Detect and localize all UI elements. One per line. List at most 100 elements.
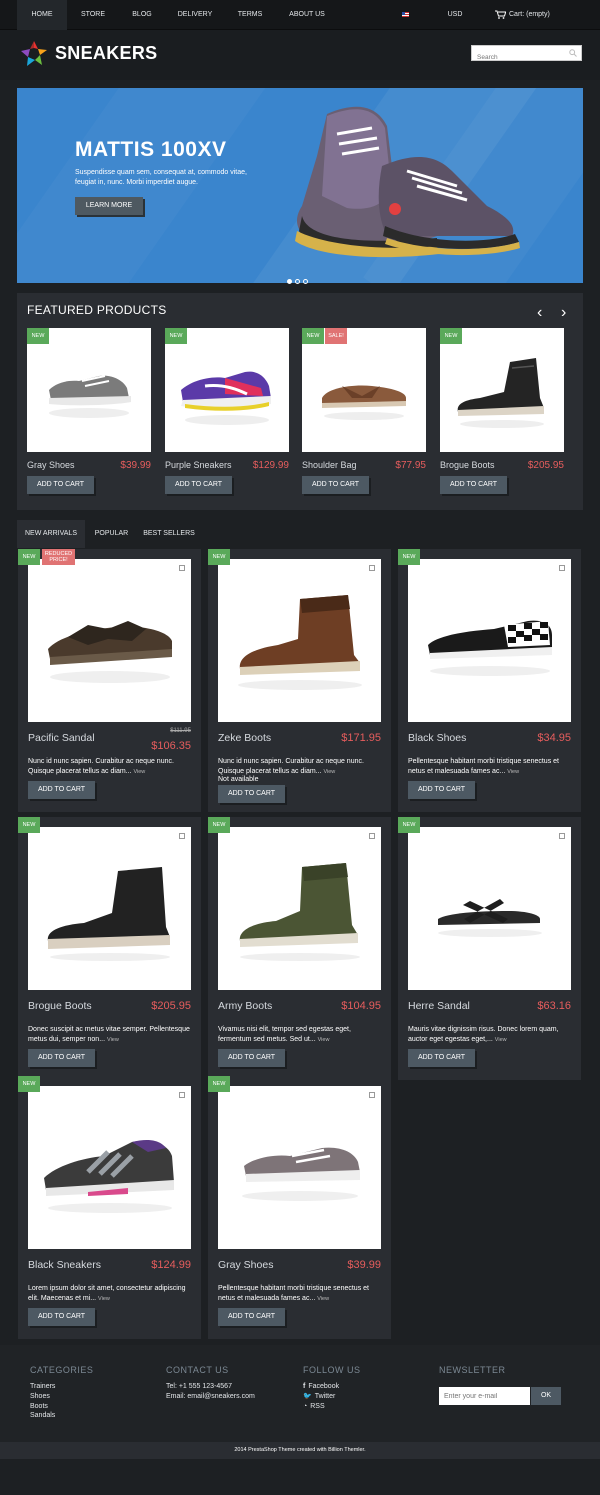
footer-follow: FOLLOW US f Facebook 🐦 Twitter ◔ RSS xyxy=(303,1365,361,1411)
new-badge: NEW xyxy=(440,328,462,344)
product-image[interactable] xyxy=(28,559,191,722)
logo-star-icon[interactable] xyxy=(20,40,48,68)
add-to-cart-button[interactable]: ADD TO CART xyxy=(218,1049,285,1067)
add-to-cart-button[interactable]: ADD TO CART xyxy=(27,476,94,494)
product-image[interactable] xyxy=(165,328,289,452)
compare-checkbox[interactable] xyxy=(179,1092,185,1098)
footer-newsletter: NEWSLETTER xyxy=(439,1365,506,1382)
nav-home[interactable]: HOME xyxy=(17,0,67,30)
product-name[interactable]: Brogue Boots xyxy=(28,1000,92,1012)
product-price: $34.95 xyxy=(537,732,571,744)
tab-new-arrivals[interactable]: NEW ARRIVALS xyxy=(17,520,85,548)
currency-selector[interactable]: USD xyxy=(440,0,470,30)
product-name[interactable]: Purple Sneakers xyxy=(165,460,232,470)
product-name[interactable]: Army Boots xyxy=(218,1000,272,1012)
product-image[interactable] xyxy=(302,328,426,452)
logo-text[interactable]: SNEAKERS xyxy=(55,43,157,64)
product-image[interactable] xyxy=(28,1086,191,1249)
product-card: NEW Black Shoes $34.95 Pellentesque habi… xyxy=(398,549,581,812)
new-badge: NEW xyxy=(208,1076,230,1092)
product-name[interactable]: Herre Sandal xyxy=(408,1000,470,1012)
nav-terms[interactable]: TERMS xyxy=(230,0,270,30)
view-link[interactable]: View xyxy=(317,1296,329,1302)
featured-next-arrow[interactable]: › xyxy=(561,305,566,321)
page-bottom xyxy=(0,1459,600,1495)
compare-checkbox[interactable] xyxy=(369,565,375,571)
newsletter-email-input[interactable] xyxy=(439,1387,530,1405)
add-to-cart-button[interactable]: ADD TO CART xyxy=(28,781,95,799)
category-link[interactable]: Shoes xyxy=(30,1392,93,1402)
featured-prev-arrow[interactable]: ‹ xyxy=(537,305,542,321)
view-link[interactable]: View xyxy=(507,769,519,775)
slide-dot-1[interactable] xyxy=(287,279,292,284)
view-link[interactable]: View xyxy=(318,1037,330,1043)
add-to-cart-button[interactable]: ADD TO CART xyxy=(218,1308,285,1326)
product-image[interactable] xyxy=(408,559,571,722)
new-badge: NEW xyxy=(208,817,230,833)
slide-dot-3[interactable] xyxy=(303,279,308,284)
view-link[interactable]: View xyxy=(133,769,145,775)
add-to-cart-button[interactable]: ADD TO CART xyxy=(218,785,285,803)
tab-best-sellers[interactable]: BEST SELLERS xyxy=(139,520,199,548)
product-image[interactable] xyxy=(27,328,151,452)
product-name[interactable]: Zeke Boots xyxy=(218,732,271,744)
product-name[interactable]: Black Shoes xyxy=(408,732,466,744)
compare-checkbox[interactable] xyxy=(559,833,565,839)
product-image[interactable] xyxy=(218,1086,381,1249)
search-icon[interactable] xyxy=(569,49,577,57)
tab-popular[interactable]: POPULAR xyxy=(88,520,135,548)
add-to-cart-button[interactable]: ADD TO CART xyxy=(165,476,232,494)
learn-more-button[interactable]: LEARN MORE xyxy=(75,197,143,215)
new-badge: NEW xyxy=(165,328,187,344)
view-link[interactable]: View xyxy=(323,769,335,775)
add-to-cart-button[interactable]: ADD TO CART xyxy=(302,476,369,494)
product-name[interactable]: Brogue Boots xyxy=(440,460,495,470)
hero-banner[interactable]: MATTIS 100XV Suspendisse quam sem, conse… xyxy=(17,88,583,283)
category-link[interactable]: Trainers xyxy=(30,1382,93,1392)
compare-checkbox[interactable] xyxy=(179,833,185,839)
nav-about-us[interactable]: ABOUT US xyxy=(283,0,331,30)
add-to-cart-button[interactable]: ADD TO CART xyxy=(28,1308,95,1326)
product-image[interactable] xyxy=(440,328,564,452)
view-link[interactable]: View xyxy=(107,1037,119,1043)
product-name[interactable]: Pacific Sandal xyxy=(28,732,95,744)
cart-link[interactable]: Cart: (empty) xyxy=(506,0,556,30)
view-link[interactable]: View xyxy=(495,1037,507,1043)
slider-dots xyxy=(287,271,311,289)
compare-checkbox[interactable] xyxy=(369,833,375,839)
product-image[interactable] xyxy=(28,827,191,990)
nav-blog[interactable]: BLOG xyxy=(122,0,162,30)
category-link[interactable]: Sandals xyxy=(30,1411,93,1421)
rss-link[interactable]: ◔ RSS xyxy=(303,1402,361,1412)
cart-icon[interactable] xyxy=(495,10,506,19)
nav-delivery[interactable]: DELIVERY xyxy=(172,0,218,30)
add-to-cart-button[interactable]: ADD TO CART xyxy=(408,1049,475,1067)
slide-dot-2[interactable] xyxy=(295,279,300,284)
view-link[interactable]: View xyxy=(98,1296,110,1302)
product-image[interactable] xyxy=(218,827,381,990)
add-to-cart-button[interactable]: ADD TO CART xyxy=(440,476,507,494)
contact-email[interactable]: Email: email@sneakers.com xyxy=(166,1392,255,1402)
product-image[interactable] xyxy=(408,827,571,990)
compare-checkbox[interactable] xyxy=(179,565,185,571)
category-link[interactable]: Boots xyxy=(30,1402,93,1412)
product-price: $129.99 xyxy=(252,460,289,471)
newsletter-submit-button[interactable]: OK xyxy=(531,1387,561,1405)
product-name[interactable]: Shoulder Bag xyxy=(302,460,357,470)
twitter-link[interactable]: 🐦 Twitter xyxy=(303,1392,361,1402)
product-name[interactable]: Gray Shoes xyxy=(218,1259,273,1271)
new-badge: NEW xyxy=(27,328,49,344)
product-name[interactable]: Gray Shoes xyxy=(27,460,75,470)
compare-checkbox[interactable] xyxy=(369,1092,375,1098)
nav-store[interactable]: STORE xyxy=(73,0,113,30)
newsletter-heading: NEWSLETTER xyxy=(439,1365,506,1375)
add-to-cart-button[interactable]: ADD TO CART xyxy=(408,781,475,799)
product-description: Vivamus nisi elit, tempor sed egestas eg… xyxy=(218,1026,351,1043)
facebook-link[interactable]: f Facebook xyxy=(303,1382,361,1392)
add-to-cart-button[interactable]: ADD TO CART xyxy=(28,1049,95,1067)
search-input[interactable] xyxy=(472,50,564,65)
product-name[interactable]: Black Sneakers xyxy=(28,1259,101,1271)
compare-checkbox[interactable] xyxy=(559,565,565,571)
us-flag-icon[interactable] xyxy=(402,12,409,17)
product-image[interactable] xyxy=(218,559,381,722)
